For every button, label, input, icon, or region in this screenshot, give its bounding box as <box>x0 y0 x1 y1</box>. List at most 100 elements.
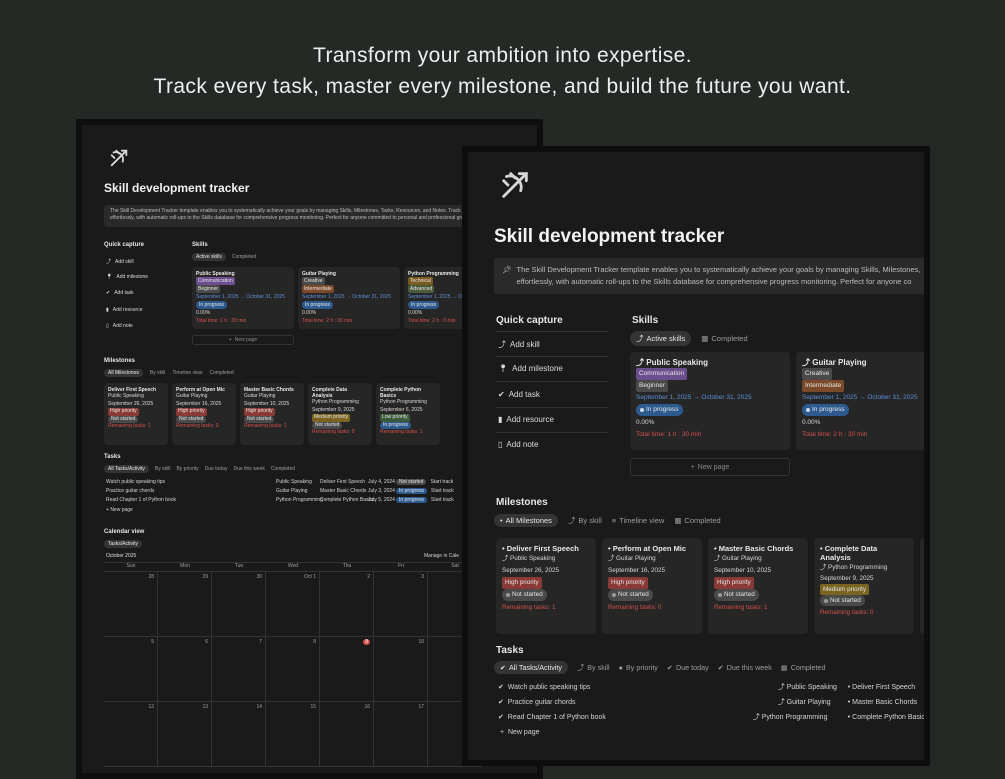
tab-due-today[interactable]: Due today <box>205 466 228 472</box>
skill-card[interactable]: ⤴ Guitar Playing Creative Intermediate S… <box>796 352 924 450</box>
tab-completed[interactable]: Completed <box>210 370 234 376</box>
calendar-day[interactable]: 15 <box>266 702 320 767</box>
milestone-card[interactable]: • Deliver First Speech ⤴ Public Speaking… <box>496 538 596 634</box>
milestone-card[interactable]: Complete Python Basics Python Programmin… <box>376 383 440 445</box>
tab-by-skill[interactable]: ⤴ By skill <box>577 663 610 673</box>
calendar-day[interactable]: Oct 1 <box>266 572 320 637</box>
tab-all-milestones[interactable]: All Milestones <box>104 369 143 377</box>
calendar-day[interactable]: 3 <box>374 572 428 637</box>
new-skill-button[interactable]: + New page <box>192 335 294 345</box>
tab-tasks-activity[interactable]: Tasks/Activity <box>104 540 143 548</box>
tab-by-skill[interactable]: By skill <box>150 370 166 376</box>
add-task-button[interactable]: ✔ Add task <box>106 290 134 296</box>
add-task-button[interactable]: ✔ Add task <box>498 390 540 399</box>
tab-by-skill[interactable]: ⤴ By skill <box>568 515 602 526</box>
calendar-day[interactable]: 29 <box>158 572 212 637</box>
calendar-day[interactable]: 14 <box>212 702 266 767</box>
calendar-day[interactable]: 9 <box>320 637 374 702</box>
tab-label: All Milestones <box>108 370 139 376</box>
task-row[interactable]: Watch public speaking tips Public Speaki… <box>106 479 476 485</box>
hero-line-1: Transform your ambition into expertise. <box>313 44 692 67</box>
milestone-card[interactable]: Master Basic Chords Guitar Playing Septe… <box>240 383 304 445</box>
start-tracking-button[interactable]: Start track <box>431 497 454 503</box>
tasks-title: Tasks <box>496 645 524 656</box>
status-label: In progress <box>812 405 845 413</box>
tab-all-tasks[interactable]: All Tasks/Activity <box>104 465 149 473</box>
add-skill-button[interactable]: ⤴ Add skill <box>106 258 134 266</box>
calendar-day-number: 2 <box>367 574 370 580</box>
tab-due-this-week[interactable]: Due this week <box>233 466 264 472</box>
skills-title: Skills <box>632 315 659 326</box>
milestone-card[interactable]: • Perform at Open Mic ⤴ Guitar Playing S… <box>602 538 702 634</box>
milestone-card[interactable] <box>920 538 924 634</box>
calendar-day[interactable]: 7 <box>212 637 266 702</box>
calendar-day[interactable]: 28 <box>104 572 158 637</box>
add-resource-button[interactable]: ▮ Add resource <box>106 307 143 313</box>
milestones-tabs: All Milestones By skill Timeline view Co… <box>104 369 234 377</box>
add-note-button[interactable]: ▯ Add note <box>106 323 133 329</box>
new-task-button[interactable]: + New page <box>500 729 540 736</box>
tab-due-this-week[interactable]: ✔ Due this week <box>718 663 772 672</box>
remaining-tasks: Remaining tasks: 1 <box>108 423 151 429</box>
calendar-day[interactable]: 17 <box>374 702 428 767</box>
start-tracking-button[interactable]: Start track <box>430 479 453 485</box>
task-row[interactable]: Practice guitar chords Guitar Playing Ma… <box>106 488 476 494</box>
task-row[interactable]: ✔ Practice guitar chords ⤴ Guitar Playin… <box>498 697 924 707</box>
new-skill-button[interactable]: + New page <box>630 458 790 476</box>
add-note-button[interactable]: ▯ Add note <box>498 440 538 449</box>
task-milestone: Complete Python Basics <box>852 713 929 721</box>
calendar-day[interactable]: 5 <box>104 637 158 702</box>
calendar-day[interactable]: 12 <box>104 702 158 767</box>
milestone-skill-row: ⤴ Python Programming <box>820 562 908 573</box>
calendar-day[interactable]: 2 <box>320 572 374 637</box>
calendar-day[interactable]: 8 <box>266 637 320 702</box>
task-row[interactable]: ✔ Watch public speaking tips ⤴ Public Sp… <box>498 682 924 692</box>
status-label: In progress <box>646 405 679 413</box>
milestone-skill: Python Programming <box>828 564 888 571</box>
skill-card[interactable]: Public Speaking Communication Beginner S… <box>192 267 294 329</box>
tab-completed[interactable]: ▦ Completed <box>781 663 826 672</box>
timeline-icon: ≡ <box>611 516 617 525</box>
add-resource-button[interactable]: ▮ Add resource <box>498 415 554 424</box>
milestone-name: Master Basic Chords <box>718 544 794 553</box>
tab-label: All Tasks/Activity <box>108 466 145 472</box>
task-skill: Guitar Playing <box>276 488 308 494</box>
milestone-card[interactable]: • Complete Data Analysis ⤴ Python Progra… <box>814 538 914 634</box>
start-tracking-button[interactable]: Start track <box>431 488 454 494</box>
tab-timeline-view[interactable]: ≡ Timeline view <box>612 516 665 525</box>
skill-dates: September 1, 2025 → October 31, 2025 <box>636 393 752 401</box>
tab-by-priority[interactable]: ● By priority <box>619 663 658 672</box>
add-milestone-button[interactable]: 📍︎ Add milestone <box>106 274 148 280</box>
tab-active-skills[interactable]: Active skills <box>192 253 226 261</box>
add-milestone-button[interactable]: 📍︎ Add milestone <box>498 364 563 373</box>
tab-completed[interactable]: ▦ Completed <box>701 334 747 343</box>
milestone-card[interactable]: Complete Data Analysis Python Programmin… <box>308 383 372 445</box>
tab-active-skills[interactable]: ⤴ Active skills <box>630 331 692 346</box>
calendar-day[interactable]: 13 <box>158 702 212 767</box>
tab-by-priority[interactable]: By priority <box>176 466 198 472</box>
calendar-day[interactable]: 30 <box>212 572 266 637</box>
new-task-button[interactable]: + New page <box>106 507 133 513</box>
skill-card[interactable]: Guitar Playing Creative Intermediate Sep… <box>298 267 400 329</box>
calendar-day[interactable]: 16 <box>320 702 374 767</box>
milestone-card[interactable]: • Master Basic Chords ⤴ Guitar Playing S… <box>708 538 808 634</box>
tab-completed[interactable]: ▦ Completed <box>674 516 720 525</box>
milestone-card[interactable]: Perform at Open Mic Guitar Playing Septe… <box>172 383 236 445</box>
tab-all-tasks[interactable]: ✔ All Tasks/Activity <box>494 661 569 674</box>
milestone-name: Perform at Open Mic <box>612 544 687 553</box>
tab-completed[interactable]: Completed <box>232 254 256 260</box>
calendar-day[interactable]: 10 <box>374 637 428 702</box>
task-row[interactable]: Read Chapter 1 of Python book Python Pro… <box>106 497 476 503</box>
status-badge: In progress <box>802 403 849 416</box>
tab-by-skill[interactable]: By skill <box>155 466 171 472</box>
tab-all-milestones[interactable]: • All Milestones <box>494 514 558 527</box>
skill-card[interactable]: ⤴ Public Speaking Communication Beginner… <box>630 352 790 450</box>
add-skill-button[interactable]: ⤴ Add skill <box>498 339 540 350</box>
manage-in-calendar-button[interactable]: Manage in Cale <box>424 553 459 559</box>
calendar-day[interactable]: 6 <box>158 637 212 702</box>
tab-completed[interactable]: Completed <box>271 466 295 472</box>
milestone-card[interactable]: Deliver First Speech Public Speaking Sep… <box>104 383 168 445</box>
tab-timeline-view[interactable]: Timeline view <box>172 370 202 376</box>
tab-due-today[interactable]: ✔ Due today <box>667 663 709 672</box>
task-row[interactable]: ✔ Read Chapter 1 of Python book ⤴ Python… <box>498 712 929 722</box>
